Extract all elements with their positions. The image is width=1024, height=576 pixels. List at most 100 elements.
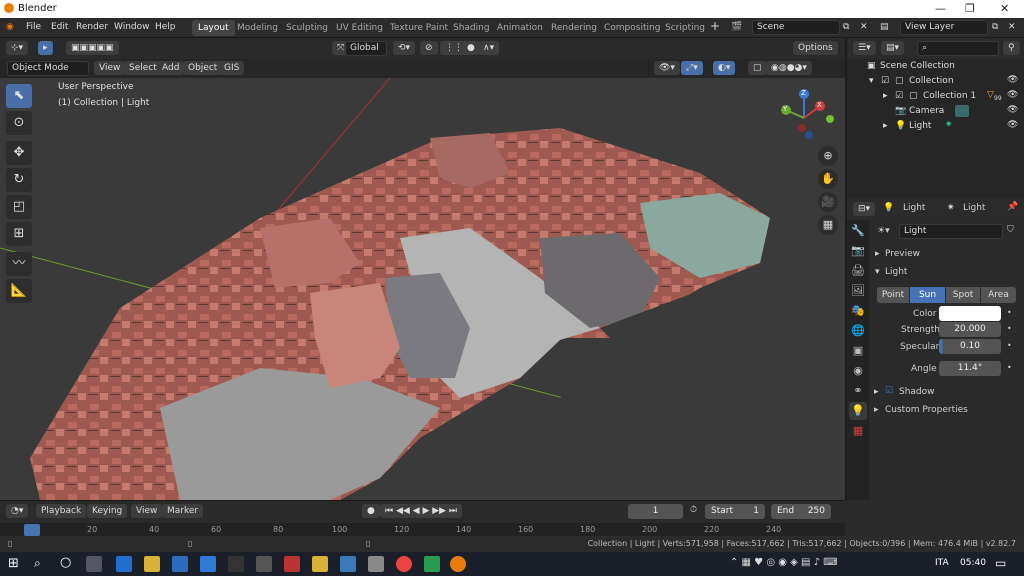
tab-compositing[interactable]: Compositing	[598, 20, 666, 36]
language-indicator[interactable]: ITA	[935, 558, 949, 568]
amazon-icon[interactable]	[228, 556, 244, 572]
view-layer-tab-icon[interactable]: 🖼	[849, 282, 867, 300]
constraints-tab-icon[interactable]: ⚭	[849, 382, 867, 400]
menu-help[interactable]: Help	[155, 22, 176, 32]
maximize-icon[interactable]: ❐	[965, 2, 975, 15]
tab-sculpting[interactable]: Sculpting	[280, 20, 334, 36]
3d-viewport[interactable]: User Perspective (1) Collection | Light …	[0, 78, 845, 500]
transform-icon[interactable]: ⊞	[6, 222, 32, 246]
visibility-icon[interactable]: 👁▾	[654, 61, 680, 75]
strength-field[interactable]: 20.000	[939, 322, 1001, 337]
select-mode-icons[interactable]: ▣▣▣▣▣	[66, 41, 119, 55]
measure-icon[interactable]: 📐	[6, 279, 32, 303]
annotate-icon[interactable]: 〰	[6, 252, 32, 276]
keyframe-dot-icon[interactable]: •	[1007, 324, 1012, 333]
menu-timeline-view[interactable]: View	[131, 504, 163, 518]
eye-icon[interactable]: 👁	[1007, 120, 1018, 130]
tab-rendering[interactable]: Rendering	[545, 20, 603, 36]
shadow-checkbox[interactable]: ☑	[885, 386, 893, 396]
preview-panel-expand-icon[interactable]: ▸	[875, 249, 880, 259]
tab-scripting[interactable]: Scripting	[659, 20, 711, 36]
display-mode-icon[interactable]: ▤▾	[881, 41, 905, 55]
clock[interactable]: 05:40	[960, 558, 986, 568]
world-tab-icon[interactable]: 🌐	[849, 322, 867, 340]
record-icon[interactable]: ●	[362, 504, 380, 518]
camera-view-icon[interactable]: 🎥	[818, 192, 838, 212]
chrome-icon[interactable]	[396, 556, 412, 572]
tab-modeling[interactable]: Modeling	[231, 20, 284, 36]
perspective-grid-icon[interactable]: ▦	[818, 215, 838, 235]
specular-slider[interactable]: 0.10	[939, 339, 1001, 354]
editor-type-icon[interactable]: ⊹▾	[6, 41, 29, 55]
light-name-field[interactable]: Light	[899, 224, 1003, 239]
task-view-icon[interactable]	[86, 556, 102, 572]
zoom-icon[interactable]: ⊕	[818, 146, 838, 166]
outliner-row[interactable]: 📷 Camera 👁	[847, 104, 1024, 119]
outliner-editor-icon[interactable]: ☰▾	[853, 41, 876, 55]
current-frame-field[interactable]: 1	[628, 504, 683, 519]
blender-menu-icon[interactable]: ◉	[6, 22, 14, 32]
checkbox-icon[interactable]: ☑	[881, 76, 889, 86]
view-layer-field[interactable]: View Layer	[900, 20, 988, 35]
light-type-sun[interactable]: Sun	[910, 287, 945, 303]
outliner-row[interactable]: ▾ ☑ ▢ Collection 👁	[847, 74, 1024, 89]
shading-modes-icon[interactable]: ◉◍●◕▾	[766, 61, 812, 75]
timeline-ruler[interactable]: 20 40 60 80 100 120 140 160 180 200 220 …	[0, 523, 845, 537]
menu-object[interactable]: Object	[183, 61, 223, 75]
add-workspace-icon[interactable]: +	[710, 19, 720, 33]
texture-tab-icon[interactable]: ▦	[849, 422, 867, 440]
store-icon[interactable]	[172, 556, 188, 572]
light-panel-title[interactable]: Light	[885, 267, 907, 277]
light-data-tab-icon[interactable]: 💡	[849, 402, 867, 420]
menu-gis[interactable]: GIS	[219, 61, 245, 75]
folder-icon[interactable]	[312, 556, 328, 572]
close-icon[interactable]: ✕	[1000, 2, 1009, 15]
file-explorer-icon[interactable]	[144, 556, 160, 572]
edge-icon[interactable]	[116, 556, 132, 572]
select-box-icon[interactable]: ⬉	[6, 84, 32, 108]
mode-dropdown[interactable]: Object Mode	[7, 61, 89, 76]
transform-orientation[interactable]: Global	[345, 41, 387, 56]
tab-animation[interactable]: Animation	[491, 20, 549, 36]
shadow-expand-icon[interactable]: ▸	[874, 387, 879, 397]
eye-icon[interactable]: 👁	[1007, 105, 1018, 115]
light-type-point[interactable]: Point	[877, 287, 909, 303]
pin-icon[interactable]: 📌	[1007, 202, 1018, 212]
render-tab-icon[interactable]: 📷	[849, 242, 867, 260]
tray-icons[interactable]: ⌃ ▦ ♥ ◎ ◉ ◈ ▤ ♪ ⌨	[730, 557, 838, 568]
menu-playback[interactable]: Playback	[36, 504, 87, 518]
tab-uv-editing[interactable]: UV Editing	[330, 20, 389, 36]
app-icon[interactable]	[368, 556, 384, 572]
menu-file[interactable]: File	[26, 22, 41, 32]
xray-icon[interactable]: ▢	[748, 61, 767, 75]
custom-props-expand-icon[interactable]: ▸	[874, 405, 879, 415]
navigation-gizmo[interactable]: Z X Y	[774, 88, 834, 148]
windows-start-icon[interactable]: ⊞	[8, 556, 19, 571]
notifications-icon[interactable]: ▭	[995, 556, 1006, 570]
options-button[interactable]: Options	[793, 41, 838, 55]
custom-props-title[interactable]: Custom Properties	[885, 405, 968, 415]
monitor-icon[interactable]	[340, 556, 356, 572]
menu-keying[interactable]: Keying	[87, 504, 128, 518]
scene-field[interactable]: Scene	[752, 20, 840, 35]
menu-marker[interactable]: Marker	[162, 504, 204, 518]
checkbox-icon[interactable]: ☑	[895, 91, 903, 101]
menu-edit[interactable]: Edit	[51, 22, 68, 32]
scene-tab-icon[interactable]: 🎭	[849, 302, 867, 320]
light-type-area[interactable]: Area	[981, 287, 1016, 303]
overlay-toggle-icon[interactable]: ◐▾	[713, 61, 736, 75]
new-view-layer-icon[interactable]: ⧉	[992, 22, 998, 32]
outliner-row[interactable]: ▸ ☑ ▢ Collection 1 ▽ 99 👁	[847, 89, 1024, 104]
shadow-panel-title[interactable]: Shadow	[899, 387, 935, 397]
expand-icon[interactable]: ▸	[883, 121, 888, 131]
object-tab-icon[interactable]: ▣	[849, 342, 867, 360]
keyframe-dot-icon[interactable]: •	[1007, 363, 1012, 372]
outliner-row[interactable]: ▣ Scene Collection	[847, 59, 1024, 74]
preview-panel-title[interactable]: Preview	[885, 249, 920, 259]
eye-icon[interactable]: 👁	[1007, 90, 1018, 100]
output-tab-icon[interactable]: 🖨	[849, 262, 867, 280]
cursor-icon[interactable]: ⊙	[6, 111, 32, 135]
color-swatch[interactable]	[939, 306, 1001, 321]
delete-view-layer-icon[interactable]: ✕	[1008, 22, 1016, 32]
tool-tab-icon[interactable]: 🔧	[849, 222, 867, 240]
